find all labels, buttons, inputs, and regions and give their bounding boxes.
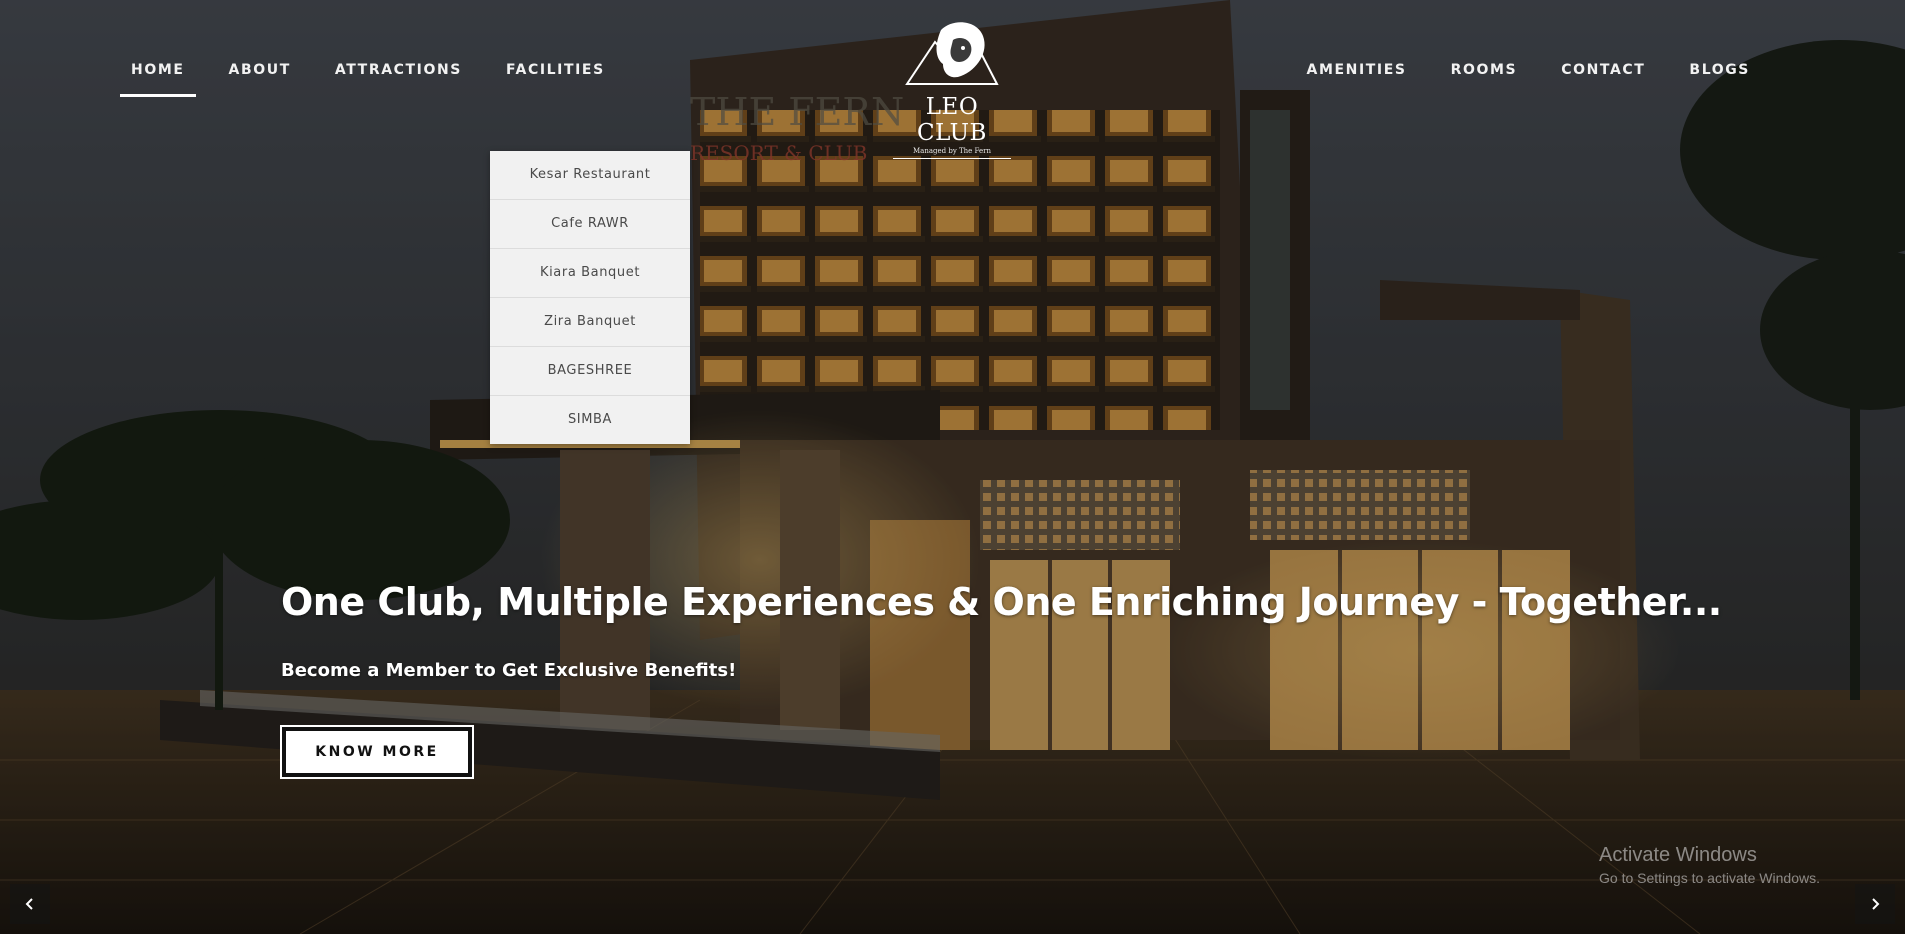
dropdown-item-simba[interactable]: SIMBA <box>490 396 690 444</box>
nav-blogs[interactable]: BLOGS <box>1689 62 1750 88</box>
hero-subtitle: Become a Member to Get Exclusive Benefit… <box>281 660 737 681</box>
chevron-right-icon <box>1872 898 1880 910</box>
windows-activation-watermark: Activate Windows Go to Settings to activ… <box>1599 844 1820 886</box>
dropdown-item-zira-banquet[interactable]: Zira Banquet <box>490 298 690 347</box>
nav-attractions[interactable]: ATTRACTIONS <box>335 62 462 88</box>
chevron-left-icon <box>25 898 33 910</box>
dropdown-item-cafe-rawr[interactable]: Cafe RAWR <box>490 200 690 249</box>
lion-mountain-logo-icon <box>905 22 999 85</box>
nav-about[interactable]: ABOUT <box>229 62 291 88</box>
site-logo[interactable]: LEO CLUB Managed by The Fern <box>887 14 1017 159</box>
dropdown-item-bageshree[interactable]: BAGESHREE <box>490 347 690 396</box>
nav-home[interactable]: HOME <box>120 62 195 97</box>
logo-underline <box>893 158 1011 159</box>
main-nav-right: AMENITIES ROOMS CONTACT BLOGS <box>1307 62 1750 88</box>
facilities-dropdown: Kesar Restaurant Cafe RAWR Kiara Banquet… <box>490 151 690 444</box>
nav-contact[interactable]: CONTACT <box>1561 62 1645 88</box>
logo-name: LEO CLUB <box>917 94 987 146</box>
main-nav-left: HOME ABOUT ATTRACTIONS FACILITIES <box>120 62 605 97</box>
slider-next-button[interactable] <box>1855 884 1895 924</box>
dropdown-item-kiara-banquet[interactable]: Kiara Banquet <box>490 249 690 298</box>
logo-tagline: Managed by The Fern <box>912 147 992 155</box>
nav-facilities[interactable]: FACILITIES <box>506 62 605 88</box>
hero-title: One Club, Multiple Experiences & One Enr… <box>281 580 1722 624</box>
nav-amenities[interactable]: AMENITIES <box>1307 62 1407 88</box>
slider-prev-button[interactable] <box>10 884 50 924</box>
watermark-subtitle: Go to Settings to activate Windows. <box>1599 870 1820 886</box>
know-more-button[interactable]: KNOW MORE <box>280 725 474 779</box>
watermark-title: Activate Windows <box>1599 844 1757 866</box>
nav-rooms[interactable]: ROOMS <box>1451 62 1518 88</box>
dropdown-item-kesar-restaurant[interactable]: Kesar Restaurant <box>490 151 690 200</box>
